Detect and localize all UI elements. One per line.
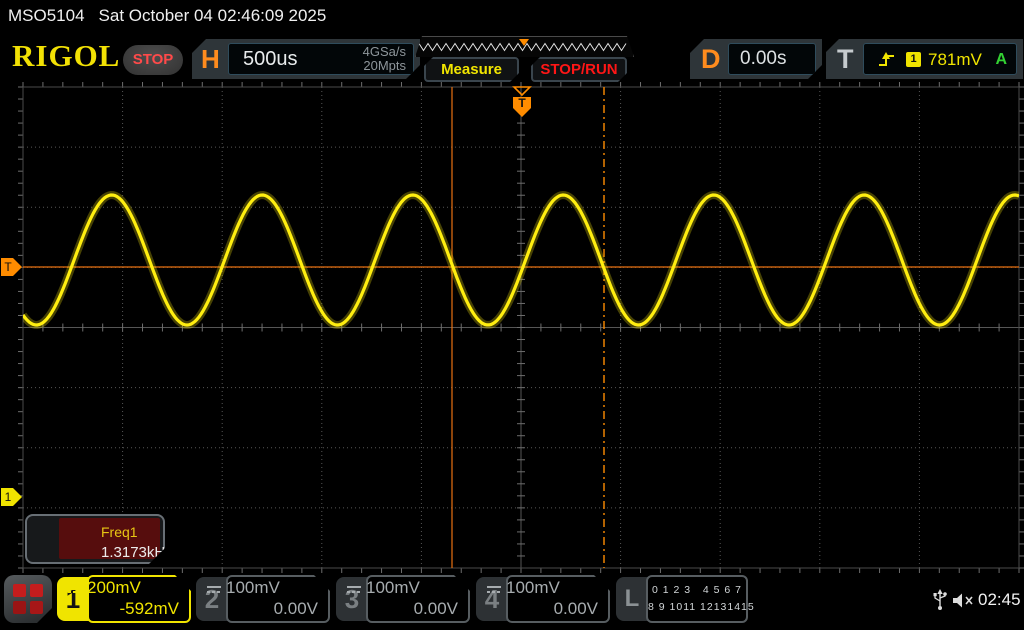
svg-text:1: 1 [5, 490, 12, 504]
logic-analyzer-status[interactable]: 0 1 2 3 4 5 6 7 8 9 1011 12131415 L [616, 575, 748, 623]
logic-channels-0-7: 0 1 2 3 4 5 6 7 [648, 584, 746, 596]
channel-1-scale: 200mV [87, 578, 141, 598]
dc-coupling-icon [66, 584, 84, 595]
status-line: MSO5104 Sat October 04 02:46:09 2025 [8, 6, 326, 26]
waveform-overview [416, 37, 633, 56]
menu-square [13, 584, 26, 597]
channel-1-offset: -592mV [119, 599, 179, 619]
svg-text:T: T [518, 96, 526, 110]
trigger-box[interactable]: 1 781mV A [863, 43, 1017, 75]
menu-square [30, 584, 43, 597]
sample-rate: 4GSa/s [363, 45, 406, 59]
logic-channels-8-15: 8 9 1011 12131415 [648, 601, 746, 613]
dc-coupling-icon [485, 584, 503, 595]
horizontal-label: H [201, 39, 227, 79]
trigger-level-marker[interactable]: T [1, 258, 22, 276]
rising-edge-icon [877, 51, 896, 68]
model-name: MSO5104 [8, 6, 85, 25]
menu-square [13, 601, 26, 614]
dc-coupling-icon [345, 584, 363, 595]
channel-3-offset: 0.00V [414, 599, 458, 619]
trigger-settings[interactable]: T 1 781mV A [826, 39, 1023, 79]
measurement-highlight: Freq1 1.3173kHz [59, 518, 160, 559]
channel-3-scale: 100mV [366, 578, 420, 598]
rigol-logo: RIGOL [12, 38, 120, 74]
memory-depth: 20Mpts [363, 59, 406, 73]
trigger-sweep-mode: A [995, 44, 1007, 75]
system-clock[interactable]: 02:45 [978, 590, 1021, 610]
measurement-name: Freq1 [101, 524, 138, 540]
channel-1-status[interactable]: 1 200mV -592mV [57, 575, 191, 623]
trigger-position-marker[interactable]: T [513, 87, 531, 117]
ch1-ground-marker[interactable]: 1 [1, 488, 22, 506]
acquisition-rates: 4GSa/s 20Mpts [363, 45, 406, 73]
measurement-item-freq1[interactable]: Freq1 1.3173kHz [25, 514, 165, 564]
horizontal-settings[interactable]: H 500us 4GSa/s 20Mpts [192, 39, 420, 79]
graticule [18, 82, 1024, 573]
channel-2-scale: 100mV [226, 578, 280, 598]
stop-run-button[interactable]: STOP/RUN [531, 57, 627, 82]
delay-settings[interactable]: D 0.00s [690, 39, 822, 79]
oscilloscope-screen: T1T MSO5104Sat October 04 02:46:09 2025 … [0, 0, 1024, 630]
menu-square [30, 601, 43, 614]
svg-text:T: T [4, 260, 12, 274]
usb-icon [932, 589, 948, 611]
channel-2-status[interactable]: 2 100mV 0.00V [196, 575, 330, 623]
channel-4-offset: 0.00V [554, 599, 598, 619]
measure-button[interactable]: Measure [424, 57, 519, 82]
delay-value: 0.00s [740, 44, 786, 74]
run-state-badge[interactable]: STOP [123, 45, 183, 75]
channel-4-scale: 100mV [506, 578, 560, 598]
trigger-source-badge: 1 [906, 52, 921, 67]
channel-2-offset: 0.00V [274, 599, 318, 619]
delay-label: D [701, 39, 721, 79]
overview-zigzag [419, 44, 626, 51]
trigger-label: T [837, 39, 854, 79]
channel-4-status[interactable]: 4 100mV 0.00V [476, 575, 610, 623]
waveform-overview-strip[interactable] [415, 36, 634, 57]
dc-coupling-icon [205, 584, 223, 595]
timebase-value: 500us [243, 44, 298, 74]
channel-3-status[interactable]: 3 100mV 0.00V [336, 575, 470, 623]
logic-panel: 0 1 2 3 4 5 6 7 8 9 1011 12131415 [646, 575, 748, 623]
datetime: Sat October 04 02:46:09 2025 [99, 6, 327, 25]
speaker-muted-icon[interactable] [951, 592, 975, 609]
delay-box[interactable]: 0.00s [728, 43, 816, 75]
logic-label: L [616, 577, 648, 621]
timebase-box[interactable]: 500us 4GSa/s 20Mpts [228, 43, 414, 75]
trigger-level-value: 781mV [928, 44, 982, 75]
